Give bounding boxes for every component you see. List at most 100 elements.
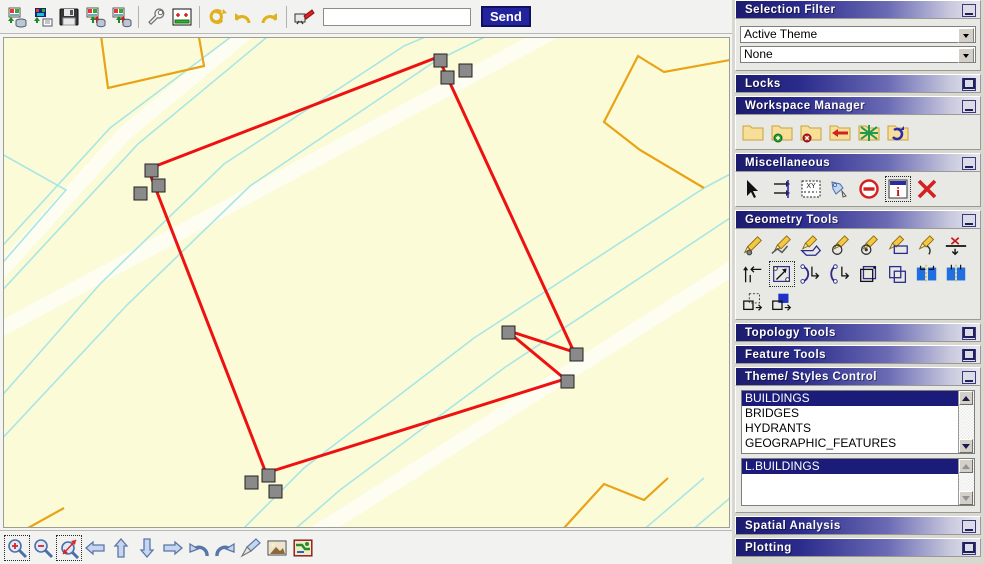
selection-theme-combo[interactable]: Active Theme — [740, 26, 976, 43]
post-to-db-icon[interactable] — [82, 4, 108, 30]
minimize-icon[interactable] — [962, 4, 976, 17]
minimize-icon[interactable] — [962, 214, 976, 227]
restore-icon[interactable] — [962, 327, 976, 340]
minimize-icon[interactable] — [962, 371, 976, 384]
minimize-icon[interactable] — [962, 100, 976, 113]
panel-header-spatial-analysis[interactable]: Spatial Analysis — [735, 516, 981, 535]
add-empty-feature-icon[interactable] — [740, 289, 766, 315]
scroll-up-icon[interactable] — [959, 391, 973, 405]
image-icon[interactable] — [264, 535, 290, 561]
send-button[interactable]: Send — [481, 6, 531, 27]
draw-rectangle-icon[interactable] — [885, 233, 911, 259]
panel-header-geometry-tools[interactable]: Geometry Tools — [735, 210, 981, 229]
union-icon[interactable] — [914, 261, 940, 287]
pan-right-icon[interactable] — [160, 535, 186, 561]
minimize-icon[interactable] — [962, 520, 976, 533]
load-from-db-icon[interactable] — [4, 4, 30, 30]
panel-header-miscellaneous[interactable]: Miscellaneous — [735, 153, 981, 172]
command-input[interactable] — [323, 7, 471, 26]
split-line-icon[interactable] — [798, 261, 824, 287]
copy-geometry-icon[interactable] — [856, 261, 882, 287]
chevron-down-icon[interactable] — [958, 28, 974, 43]
right-dock: Selection Filter Active Theme None Locks — [732, 0, 984, 564]
draw-polygon-icon[interactable] — [798, 233, 824, 259]
map-canvas[interactable] — [3, 37, 730, 528]
draw-circle-center-icon[interactable] — [856, 233, 882, 259]
offset-geometry-icon[interactable] — [885, 261, 911, 287]
clear-icon[interactable] — [238, 535, 264, 561]
theme-list-item[interactable]: BUILDINGS — [742, 391, 959, 406]
scroll-down-icon[interactable] — [959, 491, 973, 505]
edit-geometry-icon[interactable] — [769, 261, 795, 287]
add-layer-icon[interactable] — [169, 4, 195, 30]
folder-delete-icon[interactable] — [798, 119, 824, 145]
folder-icon[interactable] — [740, 119, 766, 145]
import-icon[interactable] — [30, 4, 56, 30]
delete-x-icon[interactable] — [914, 176, 940, 202]
panel-header-theme-styles-control[interactable]: Theme/ Styles Control — [735, 367, 981, 386]
panel-header-feature-tools[interactable]: Feature Tools — [735, 345, 981, 364]
theme-listbox[interactable]: BUILDINGS BRIDGES HYDRANTS GEOGRAPHIC_FE… — [741, 390, 975, 454]
zoom-in-icon[interactable] — [4, 534, 30, 561]
folder-merge-icon[interactable] — [856, 119, 882, 145]
folder-back-icon[interactable] — [827, 119, 853, 145]
intersect-icon[interactable] — [943, 261, 969, 287]
chevron-down-icon[interactable] — [958, 48, 974, 63]
add-filled-feature-icon[interactable] — [769, 289, 795, 315]
panel-header-workspace-manager[interactable]: Workspace Manager — [735, 96, 981, 115]
settings-wrench-icon[interactable] — [143, 4, 169, 30]
pan-down-icon[interactable] — [134, 535, 160, 561]
redo-icon[interactable] — [256, 4, 282, 30]
join-line-icon[interactable] — [827, 261, 853, 287]
panel-selection-filter: Selection Filter Active Theme None — [735, 0, 981, 71]
scroll-down-icon[interactable] — [959, 439, 973, 453]
theme-list-item[interactable]: BRIDGES — [742, 406, 959, 421]
minimize-icon[interactable] — [962, 157, 976, 170]
draw-point-icon[interactable] — [740, 233, 766, 259]
snap-icon[interactable] — [769, 176, 795, 202]
pan-left-icon[interactable] — [82, 535, 108, 561]
zoom-extent-icon[interactable] — [56, 534, 82, 561]
select-arrow-icon[interactable] — [740, 176, 766, 202]
folder-add-icon[interactable] — [769, 119, 795, 145]
theme-list-item[interactable]: HYDRANTS — [742, 421, 959, 436]
scroll-up-icon[interactable] — [959, 459, 973, 473]
zoom-out-icon[interactable] — [30, 535, 56, 561]
restore-icon[interactable] — [962, 349, 976, 362]
panel-header-plotting[interactable]: Plotting — [735, 538, 981, 557]
next-view-icon[interactable] — [212, 535, 238, 561]
move-vertex-icon[interactable] — [740, 261, 766, 287]
panel-header-locks[interactable]: Locks — [735, 74, 981, 93]
svg-text:i: i — [896, 184, 900, 199]
style-listbox[interactable]: L.BUILDINGS — [741, 458, 975, 506]
selection-filter-combo[interactable]: None — [740, 46, 976, 63]
panel-title: Workspace Manager — [745, 100, 866, 112]
style-list-item[interactable]: L.BUILDINGS — [742, 459, 959, 474]
label-icon[interactable] — [827, 176, 853, 202]
panel-header-selection-filter[interactable]: Selection Filter — [735, 0, 981, 19]
panel-header-topology-tools[interactable]: Topology Tools — [735, 323, 981, 342]
folder-refresh-icon[interactable] — [885, 119, 911, 145]
panel-title: Locks — [745, 78, 781, 90]
theme-list-item[interactable]: GEOGRAPHIC_FEATURES — [742, 436, 959, 451]
draw-arc-icon[interactable] — [914, 233, 940, 259]
pan-up-icon[interactable] — [108, 535, 134, 561]
mirror-icon[interactable] — [943, 233, 969, 259]
restore-icon[interactable] — [962, 78, 976, 91]
draw-circle-icon[interactable] — [827, 233, 853, 259]
draw-line-icon[interactable] — [769, 233, 795, 259]
info-icon[interactable]: i — [885, 176, 911, 202]
refresh-icon[interactable] — [204, 4, 230, 30]
undo-icon[interactable] — [230, 4, 256, 30]
clear-markup-icon[interactable] — [291, 4, 317, 30]
selection-filter-value: None — [744, 47, 773, 61]
retrieve-from-db-icon[interactable] — [108, 4, 134, 30]
restore-icon[interactable] — [962, 542, 976, 555]
save-icon[interactable] — [56, 4, 82, 30]
stop-icon[interactable] — [856, 176, 882, 202]
xy-coordinate-icon[interactable]: XY — [798, 176, 824, 202]
overview-map-icon[interactable] — [290, 535, 316, 561]
theme-list-scrollbar[interactable] — [958, 391, 974, 453]
style-list-scrollbar[interactable] — [958, 459, 974, 505]
previous-view-icon[interactable] — [186, 535, 212, 561]
